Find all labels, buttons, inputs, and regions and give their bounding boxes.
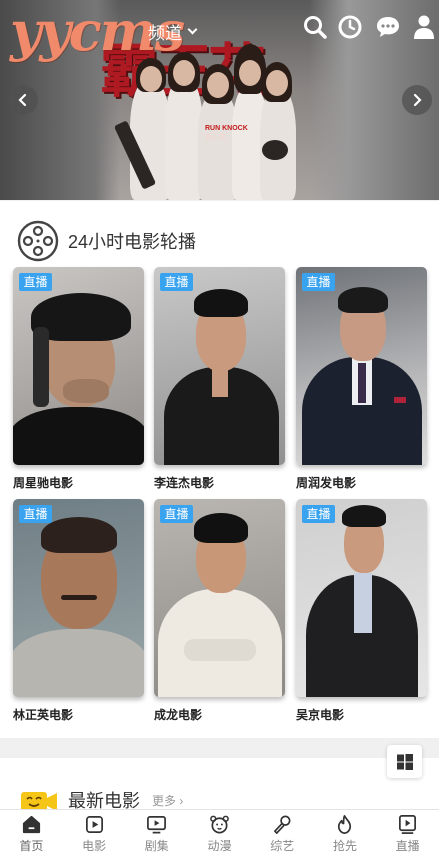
chevron-right-icon bbox=[413, 93, 422, 107]
channel-label: 频道 bbox=[148, 24, 182, 43]
hero-banner[interactable]: 霸王花 RUN KNOCK 霸王花 yycms 频道 bbox=[0, 0, 439, 200]
tv-series-icon bbox=[147, 816, 167, 834]
search-icon[interactable] bbox=[302, 14, 328, 40]
card-title: 林正英电影 bbox=[13, 708, 74, 722]
nav-label: 剧集 bbox=[144, 839, 169, 853]
nav-item-preview[interactable]: 抢先 bbox=[314, 810, 377, 855]
fire-icon bbox=[338, 815, 352, 834]
card-poster: 直播 bbox=[154, 499, 285, 697]
poster-subtitle-cn: 霸王花 bbox=[205, 134, 226, 141]
card-poster: 直播 bbox=[13, 499, 144, 697]
channel-dropdown[interactable]: 频道 bbox=[148, 19, 198, 44]
windows-button[interactable] bbox=[387, 745, 422, 778]
live-badge: 直播 bbox=[160, 273, 193, 291]
live-badge: 直播 bbox=[19, 505, 52, 523]
banner-next-button[interactable] bbox=[402, 85, 432, 115]
variety-icon bbox=[273, 815, 291, 834]
windows-icon bbox=[396, 753, 413, 770]
movie-icon bbox=[85, 816, 103, 833]
user-icon[interactable] bbox=[411, 14, 435, 40]
film-reel-icon bbox=[17, 220, 59, 262]
nav-label: 直播 bbox=[395, 839, 420, 853]
live-badge: 直播 bbox=[160, 505, 193, 523]
card-poster: 直播 bbox=[13, 267, 144, 465]
nav-label: 动漫 bbox=[207, 839, 232, 853]
section-header: 24小时电影轮播 bbox=[16, 219, 196, 263]
live-badge: 直播 bbox=[302, 505, 335, 523]
history-icon[interactable] bbox=[337, 14, 363, 40]
nav-item-movie[interactable]: 电影 bbox=[63, 810, 126, 855]
nav-item-variety[interactable]: 综艺 bbox=[251, 810, 314, 855]
card-title: 周润发电影 bbox=[296, 476, 357, 490]
live-icon bbox=[399, 815, 417, 834]
movie-card[interactable]: 直播 李连杰电影 bbox=[154, 267, 285, 491]
nav-item-anime[interactable]: 动漫 bbox=[188, 810, 251, 855]
bottom-nav: 首页 电影 剧集 动漫 综艺 抢先 直播 bbox=[0, 809, 439, 855]
nav-label: 抢先 bbox=[332, 839, 357, 853]
nav-label: 首页 bbox=[19, 839, 44, 853]
card-title: 李连杰电影 bbox=[154, 476, 215, 490]
nav-label: 电影 bbox=[82, 839, 107, 853]
poster-subtitle-en: RUN KNOCK bbox=[205, 125, 248, 132]
poster-subtitle: RUN KNOCK 霸王花 bbox=[205, 124, 315, 142]
nav-label: 综艺 bbox=[270, 839, 295, 853]
chevron-left-icon bbox=[18, 93, 27, 107]
card-poster: 直播 bbox=[154, 267, 285, 465]
live-badge: 直播 bbox=[302, 273, 335, 291]
nav-item-live[interactable]: 直播 bbox=[376, 810, 439, 855]
card-title: 吴京电影 bbox=[296, 708, 345, 722]
anime-icon bbox=[210, 815, 229, 834]
movie-card[interactable]: 直播 吴京电影 bbox=[296, 499, 427, 723]
banner-prev-button[interactable] bbox=[8, 85, 38, 115]
card-poster: 直播 bbox=[296, 499, 427, 697]
movie-card[interactable]: 直播 周星驰电影 bbox=[13, 267, 144, 491]
section-title: 24小时电影轮播 bbox=[68, 232, 197, 252]
movie-card[interactable]: 直播 周润发电影 bbox=[296, 267, 427, 491]
movie-card[interactable]: 直播 成龙电影 bbox=[154, 499, 285, 723]
movie-card[interactable]: 直播 林正英电影 bbox=[13, 499, 144, 723]
message-icon[interactable] bbox=[375, 14, 401, 40]
live-badge: 直播 bbox=[19, 273, 52, 291]
card-title: 成龙电影 bbox=[154, 708, 203, 722]
chevron-down-icon bbox=[187, 24, 198, 35]
card-poster: 直播 bbox=[296, 267, 427, 465]
live-movie-section: 24小时电影轮播 直播 周星驰电影 直播 李连杰电影 直播 周润发电影 直播 林… bbox=[0, 201, 439, 738]
nav-item-home[interactable]: 首页 bbox=[0, 810, 63, 855]
home-icon bbox=[22, 815, 40, 834]
nav-item-series[interactable]: 剧集 bbox=[125, 810, 188, 855]
more-link[interactable]: 更多 › bbox=[152, 792, 183, 809]
card-title: 周星驰电影 bbox=[13, 476, 74, 490]
